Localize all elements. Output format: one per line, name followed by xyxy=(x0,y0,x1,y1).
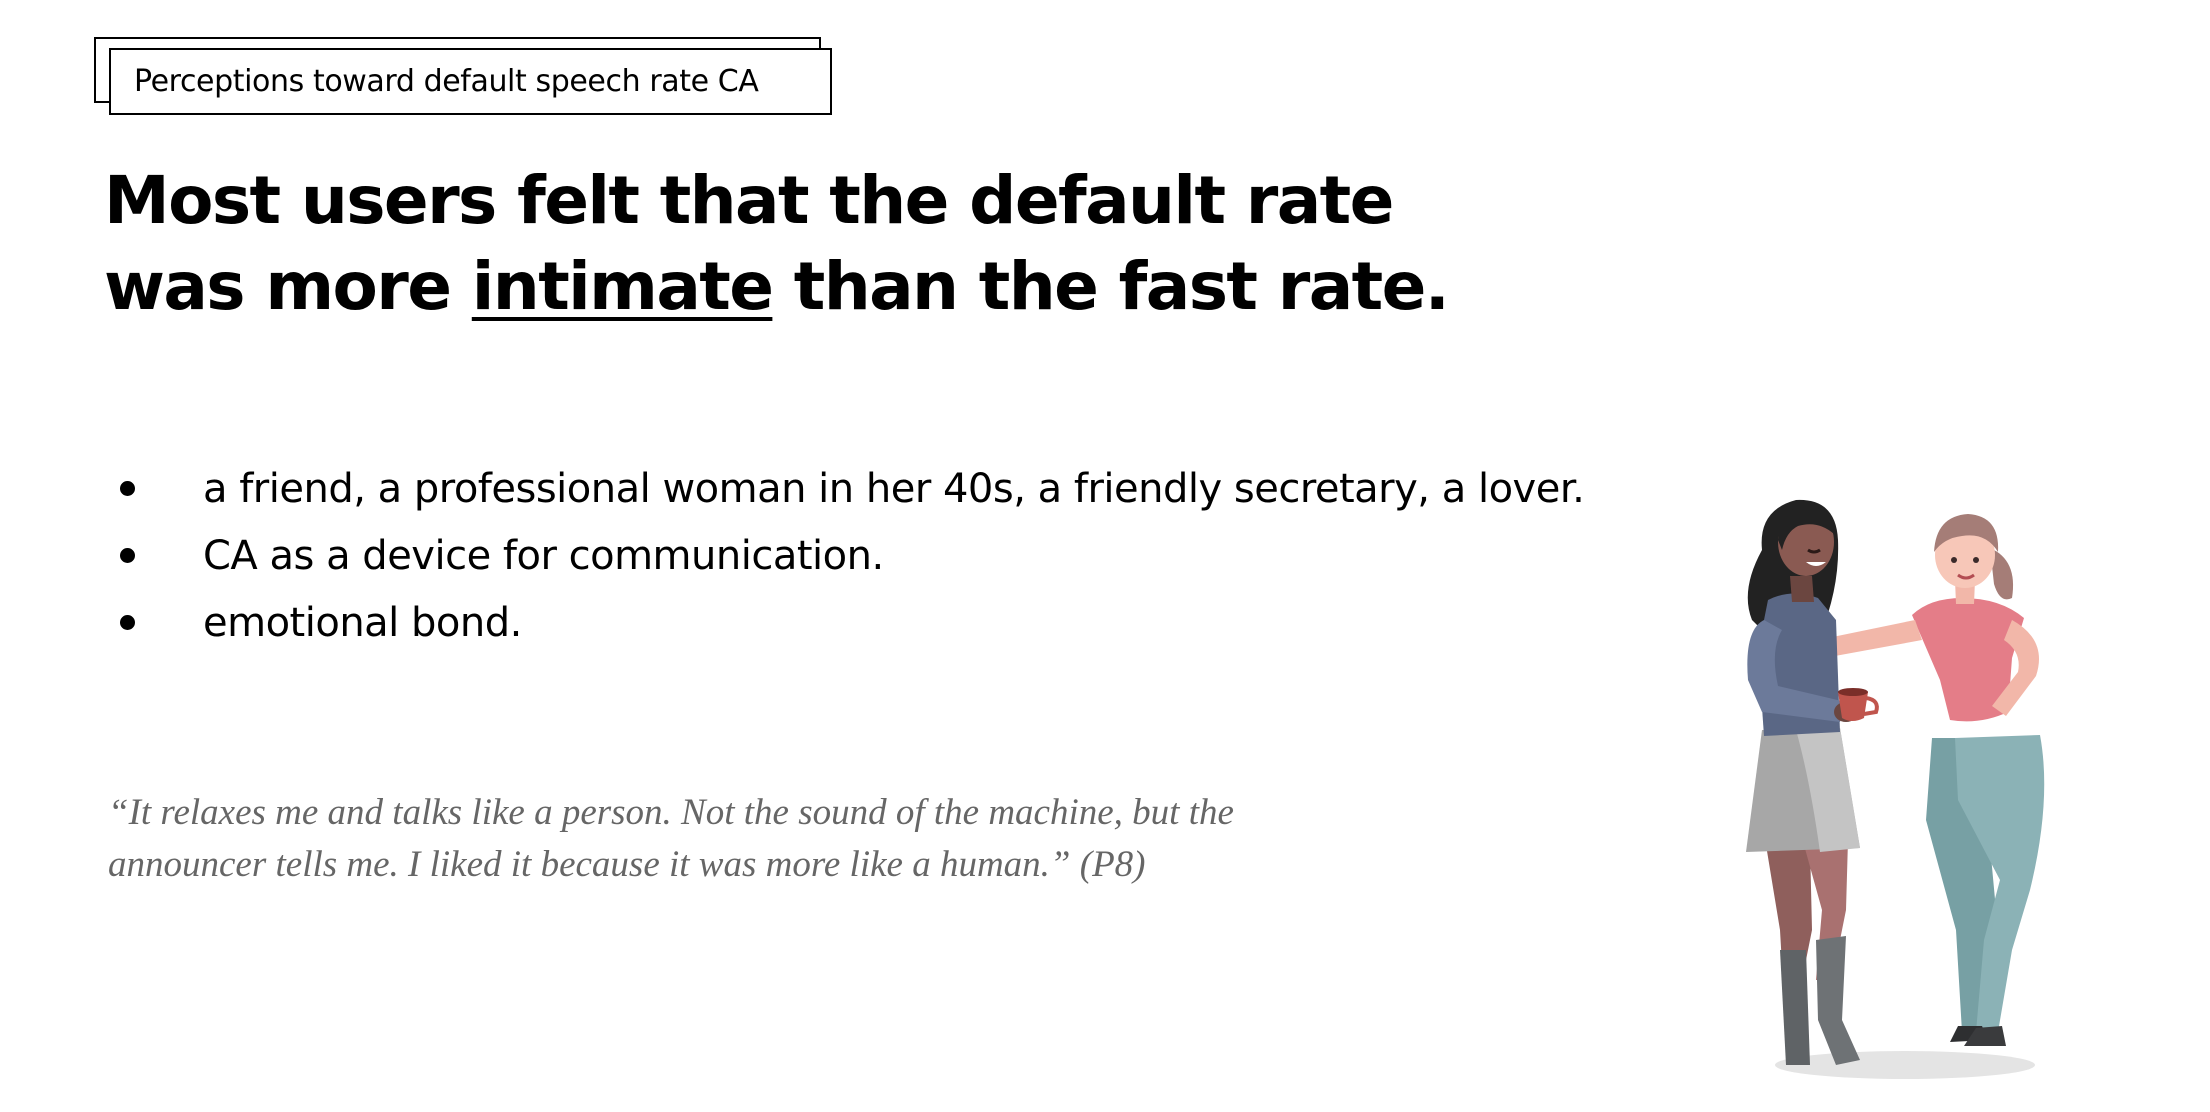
bullet-dot xyxy=(120,615,135,630)
two-women-friends-illustration-icon xyxy=(1746,499,2045,1079)
section-tag-label: Perceptions toward default speech rate C… xyxy=(134,64,759,99)
bullet-dot xyxy=(120,548,135,563)
headline-line-2: was more intimate than the fast rate. xyxy=(104,244,1450,330)
bullet-text: CA as a device for communication. xyxy=(203,532,884,579)
headline-emphasis-word: intimate xyxy=(471,248,774,325)
headline-line-1: Most users felt that the default rate xyxy=(104,162,1394,239)
bullet-text: a friend, a professional woman in her 40… xyxy=(203,465,1585,512)
quote-line-2: announcer tells me. I liked it because i… xyxy=(108,844,1146,885)
bullet-item: emotional bond. xyxy=(120,589,1584,656)
quote-line-1: “It relaxes me and talks like a person. … xyxy=(108,792,1234,833)
headline-line-2-start: was more xyxy=(104,248,472,325)
headline-line-2-end: than the fast rate. xyxy=(772,248,1450,325)
bullet-text: emotional bond. xyxy=(203,599,522,646)
section-tag: Perceptions toward default speech rate C… xyxy=(109,48,832,115)
bullet-item: a friend, a professional woman in her 40… xyxy=(120,455,1585,522)
bullet-item: CA as a device for communication. xyxy=(120,522,1584,589)
participant-quote: “It relaxes me and talks like a person. … xyxy=(108,787,1408,891)
bullet-dot xyxy=(120,481,135,496)
slide-headline: Most users felt that the default rate wa… xyxy=(104,158,1450,330)
bullet-list: a friend, a professional woman in her 40… xyxy=(120,455,1585,656)
